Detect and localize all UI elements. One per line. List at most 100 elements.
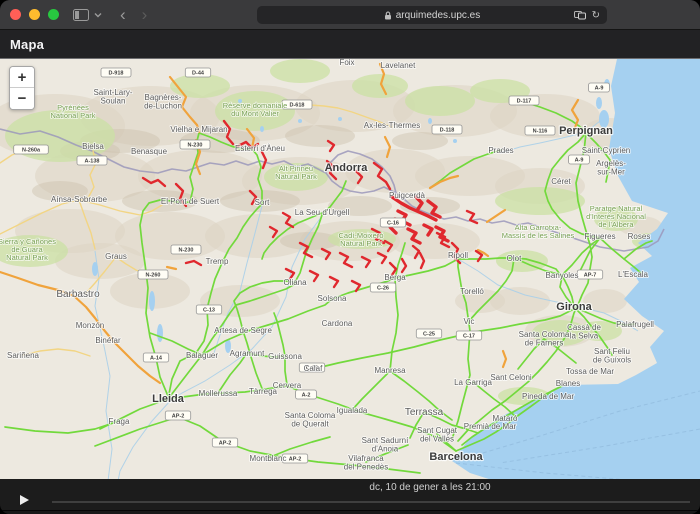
svg-text:Prades: Prades	[488, 146, 513, 155]
svg-text:Cassà dela Selva: Cassà dela Selva	[567, 323, 601, 341]
privacy-shield-icon[interactable]	[574, 10, 586, 20]
svg-text:Bielsa: Bielsa	[82, 142, 104, 151]
svg-text:Santa Colomade Farners: Santa Colomade Farners	[519, 330, 570, 348]
svg-text:Palafrugell: Palafrugell	[616, 320, 654, 329]
svg-text:Guissona: Guissona	[268, 352, 302, 361]
svg-text:Bagnères-de-Luchon: Bagnères-de-Luchon	[144, 93, 182, 111]
road-badge: N-230	[171, 245, 201, 254]
forward-button[interactable]: ›	[142, 6, 148, 23]
sidebar-toggle-icon[interactable]	[73, 9, 89, 21]
svg-text:La Garriga: La Garriga	[454, 378, 492, 387]
svg-text:Manresa: Manresa	[374, 366, 406, 375]
road-badge: AP-2	[212, 438, 237, 447]
road-status-map[interactable]: D-918D-44D-618D-117N-116D-118A-9A-9N-260…	[0, 59, 700, 479]
svg-text:Réserve domanialedu Mont Valie: Réserve domanialedu Mont Valier	[223, 101, 288, 118]
svg-text:Cadí-MoixeróNatural Park: Cadí-MoixeróNatural Park	[338, 231, 383, 248]
road-badge: C-25	[416, 329, 441, 338]
svg-text:Puigcerdà: Puigcerdà	[389, 191, 426, 200]
svg-text:D-44: D-44	[192, 71, 205, 77]
svg-text:A-9: A-9	[595, 86, 604, 92]
map-container[interactable]: D-918D-44D-618D-117N-116D-118A-9A-9N-260…	[0, 58, 700, 479]
zoom-in-button[interactable]: +	[10, 67, 34, 88]
svg-text:A-9: A-9	[575, 158, 584, 164]
road-badge: D-44	[185, 68, 210, 77]
svg-text:Fraga: Fraga	[109, 417, 130, 426]
road-badge: A-9	[589, 83, 610, 92]
svg-text:Vic: Vic	[464, 317, 475, 326]
road-badge: A-138	[77, 156, 107, 165]
svg-text:D-117: D-117	[517, 99, 532, 105]
browser-titlebar: ‹ › arquimedes.upc.es ↻	[0, 0, 700, 30]
svg-text:El Pont de Suert: El Pont de Suert	[161, 197, 220, 206]
svg-text:AP-7: AP-7	[584, 273, 597, 279]
svg-text:N-116: N-116	[533, 129, 548, 135]
svg-text:Barbastro: Barbastro	[56, 289, 100, 300]
svg-text:N-260: N-260	[146, 273, 161, 279]
svg-text:Torelló: Torelló	[460, 287, 484, 296]
svg-text:L'Escala: L'Escala	[618, 270, 649, 279]
svg-text:C-17: C-17	[463, 334, 475, 340]
svg-text:C-25: C-25	[423, 332, 435, 338]
svg-text:Saint-Cyprien: Saint-Cyprien	[582, 146, 630, 155]
svg-text:Barcelona: Barcelona	[429, 451, 483, 463]
road-badge: AP-7	[577, 270, 602, 279]
svg-text:Girona: Girona	[556, 301, 592, 313]
svg-text:Vilafrancadel Penedès: Vilafrancadel Penedès	[344, 454, 388, 472]
road-badge: A-9	[569, 155, 590, 164]
svg-text:D-118: D-118	[440, 128, 455, 134]
back-button[interactable]: ‹	[120, 6, 126, 23]
svg-text:AP-2: AP-2	[289, 457, 302, 463]
svg-text:Balaguer: Balaguer	[186, 351, 218, 360]
svg-text:C-16: C-16	[387, 221, 399, 227]
svg-text:Olot: Olot	[507, 254, 522, 263]
svg-text:Artesa de Segre: Artesa de Segre	[214, 326, 272, 335]
road-badge: N-260	[138, 270, 168, 279]
svg-text:Ax-les-Thermes: Ax-les-Thermes	[364, 121, 420, 130]
url-text: arquimedes.upc.es	[396, 10, 481, 21]
svg-text:La Seu d'Urgell: La Seu d'Urgell	[295, 208, 350, 217]
svg-text:Sant Feliude Guíxols: Sant Feliude Guíxols	[593, 347, 631, 365]
zoom-out-button[interactable]: −	[10, 88, 34, 109]
road-badge: D-117	[509, 96, 539, 105]
svg-text:Cervera: Cervera	[273, 381, 302, 390]
svg-text:Pineda de Mar: Pineda de Mar	[522, 392, 574, 401]
svg-text:Berga: Berga	[384, 273, 406, 282]
minimize-window-button[interactable]	[29, 9, 40, 20]
svg-text:Tossa de Mar: Tossa de Mar	[566, 367, 614, 376]
svg-text:Premià de Mar: Premià de Mar	[464, 422, 517, 431]
close-window-button[interactable]	[10, 9, 21, 20]
timeline-slider[interactable]	[52, 501, 690, 503]
svg-text:Ripoll: Ripoll	[448, 251, 468, 260]
browser-window: ‹ › arquimedes.upc.es ↻ Mapa D-918D-44D-…	[0, 0, 700, 514]
svg-text:Alt PirineuNatural Park: Alt PirineuNatural Park	[275, 164, 317, 181]
page-header: Mapa	[0, 30, 700, 58]
address-bar[interactable]: arquimedes.upc.es ↻	[257, 6, 607, 24]
svg-text:Sort: Sort	[255, 198, 270, 207]
road-badge: N-230	[180, 140, 210, 149]
svg-text:Céret: Céret	[551, 177, 571, 186]
road-badge: C-16	[380, 218, 405, 227]
expand-window-button[interactable]	[48, 9, 59, 20]
svg-text:N-230: N-230	[179, 248, 194, 254]
svg-text:Tremp: Tremp	[206, 257, 229, 266]
svg-text:D-618: D-618	[290, 103, 305, 109]
time-slider-bar: dc, 10 de gener a les 21:00	[0, 479, 700, 510]
play-button[interactable]	[20, 495, 29, 505]
road-badge: D-118	[432, 125, 462, 134]
chevron-down-icon[interactable]	[94, 12, 102, 18]
lock-icon	[384, 11, 392, 20]
svg-text:Vielha e Mijaran: Vielha e Mijaran	[170, 125, 227, 134]
reload-icon[interactable]: ↻	[592, 10, 600, 21]
svg-text:A-138: A-138	[85, 159, 100, 165]
svg-text:Oliana: Oliana	[283, 278, 307, 287]
svg-text:Benasque: Benasque	[131, 147, 168, 156]
road-badge: AP-2	[165, 411, 190, 420]
svg-text:Monzón: Monzón	[76, 321, 104, 330]
road-badge: C-13	[196, 305, 221, 314]
svg-text:Calaf: Calaf	[304, 364, 323, 373]
svg-text:AP-2: AP-2	[219, 441, 232, 447]
svg-text:Lleida: Lleida	[152, 393, 185, 405]
svg-text:Cardona: Cardona	[322, 319, 353, 328]
page-title: Mapa	[10, 37, 44, 52]
map-zoom-control: + −	[9, 66, 35, 110]
